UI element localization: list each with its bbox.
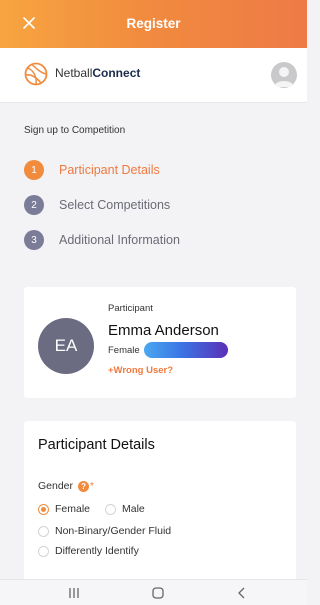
required-mark: * — [90, 480, 94, 492]
radio-label: Male — [122, 503, 145, 515]
participant-card: EA Participant Emma Anderson Female +Wro… — [24, 287, 296, 398]
gender-option-non-binary[interactable]: Non-Binary/Gender Fluid — [38, 525, 171, 537]
redaction-bar — [144, 342, 228, 358]
gender-option-female[interactable]: Female — [38, 503, 90, 515]
system-nav-bar — [0, 579, 307, 605]
help-icon[interactable]: ? — [78, 480, 90, 492]
details-title: Participant Details — [38, 437, 155, 453]
step-select-competitions[interactable]: 2 Select Competitions — [24, 195, 170, 215]
step-number: 1 — [24, 160, 44, 180]
participant-name: Emma Anderson — [108, 322, 219, 339]
radio-label: Differently Identify — [55, 545, 139, 557]
participant-avatar: EA — [38, 318, 94, 374]
brand-bar: NetballConnect — [0, 48, 307, 103]
step-number: 3 — [24, 230, 44, 250]
gender-option-differently-identify[interactable]: Differently Identify — [38, 545, 139, 557]
wrong-user-link[interactable]: +Wrong User? — [108, 365, 173, 376]
radio-label: Non-Binary/Gender Fluid — [55, 525, 172, 537]
radio-button[interactable] — [38, 503, 49, 515]
gender-option-male[interactable]: Male — [105, 503, 145, 515]
page-title: Register — [126, 16, 181, 31]
radio-button[interactable] — [38, 525, 49, 537]
radio-label: Female — [55, 503, 91, 515]
netball-logo-icon — [24, 62, 48, 86]
recent-apps-icon[interactable] — [62, 584, 86, 602]
step-label: Participant Details — [59, 163, 160, 177]
user-avatar-icon[interactable] — [271, 62, 297, 88]
gender-label-text: Gender — [38, 480, 74, 492]
participant-gender: Female — [108, 345, 140, 356]
participant-details-card: Participant Details Gender ? * Female Ma… — [24, 421, 296, 581]
step-label: Select Competitions — [59, 198, 171, 212]
participant-label: Participant — [108, 303, 153, 314]
signup-label: Sign up to Competition — [24, 125, 126, 136]
gender-label: Gender ? * — [38, 480, 94, 492]
step-label: Additional Information — [59, 233, 180, 247]
brand-name: NetballConnect — [55, 66, 141, 80]
step-participant-details[interactable]: 1 Participant Details — [24, 160, 160, 180]
top-bar: Register — [0, 0, 307, 48]
home-icon[interactable] — [146, 584, 170, 602]
back-icon[interactable] — [230, 584, 254, 602]
step-additional-information[interactable]: 3 Additional Information — [24, 230, 180, 250]
radio-button[interactable] — [38, 545, 49, 557]
step-number: 2 — [24, 195, 44, 215]
radio-button[interactable] — [105, 503, 116, 515]
